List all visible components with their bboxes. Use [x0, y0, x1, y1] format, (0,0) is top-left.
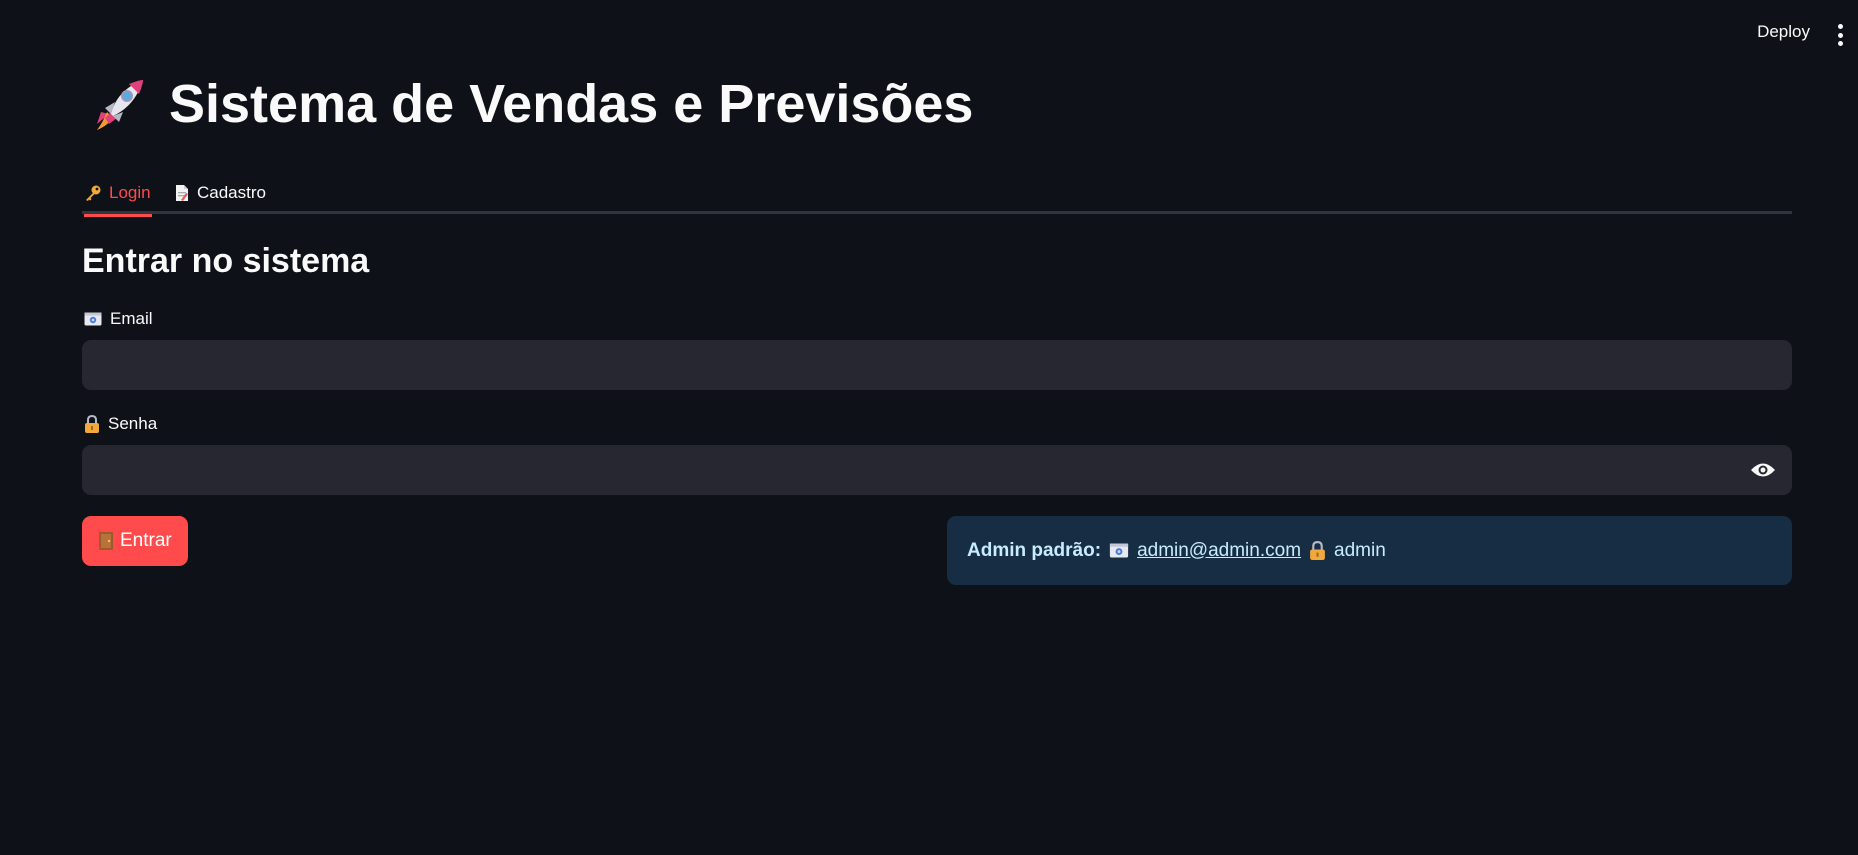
app-title-text: Sistema de Vendas e Previsões	[169, 74, 974, 134]
info-prefix: Admin padrão:	[967, 539, 1102, 561]
app-toolbar: Deploy	[0, 0, 1858, 70]
id-card-icon	[84, 312, 102, 326]
admin-email-link[interactable]: admin@admin.com	[1137, 540, 1301, 562]
tab-cadastro[interactable]: Cadastro	[174, 174, 266, 212]
email-field[interactable]	[82, 340, 1792, 390]
tab-login[interactable]: Login	[84, 174, 152, 217]
tab-bar: Login Cadastro	[82, 170, 1792, 217]
kebab-menu-icon[interactable]	[1832, 24, 1848, 46]
lock-icon	[1310, 541, 1325, 560]
senha-label-text: Senha	[108, 414, 158, 433]
page-title: Sistema de Vendas e Previsões	[87, 72, 973, 136]
door-icon	[99, 532, 113, 550]
admin-password-text: admin	[1334, 539, 1386, 561]
rocket-icon	[97, 80, 143, 130]
email-label: Email	[84, 309, 153, 329]
entrar-button-label: Entrar	[120, 530, 172, 551]
email-label-text: Email	[110, 309, 153, 328]
password-field[interactable]	[82, 445, 1792, 495]
deploy-button[interactable]: Deploy	[1757, 22, 1810, 42]
senha-label: Senha	[84, 414, 157, 434]
eye-icon[interactable]	[1748, 458, 1778, 482]
lock-icon	[85, 415, 99, 433]
key-icon	[86, 185, 101, 201]
admin-info-alert: Admin padrão: admin@admin.com admin	[947, 516, 1792, 585]
tab-login-label: Login	[109, 183, 151, 202]
id-card-icon	[1109, 543, 1129, 558]
entrar-button[interactable]: Entrar	[82, 516, 188, 566]
tab-cadastro-label: Cadastro	[197, 183, 266, 202]
document-icon	[176, 185, 188, 201]
login-subheader: Entrar no sistema	[82, 242, 370, 280]
